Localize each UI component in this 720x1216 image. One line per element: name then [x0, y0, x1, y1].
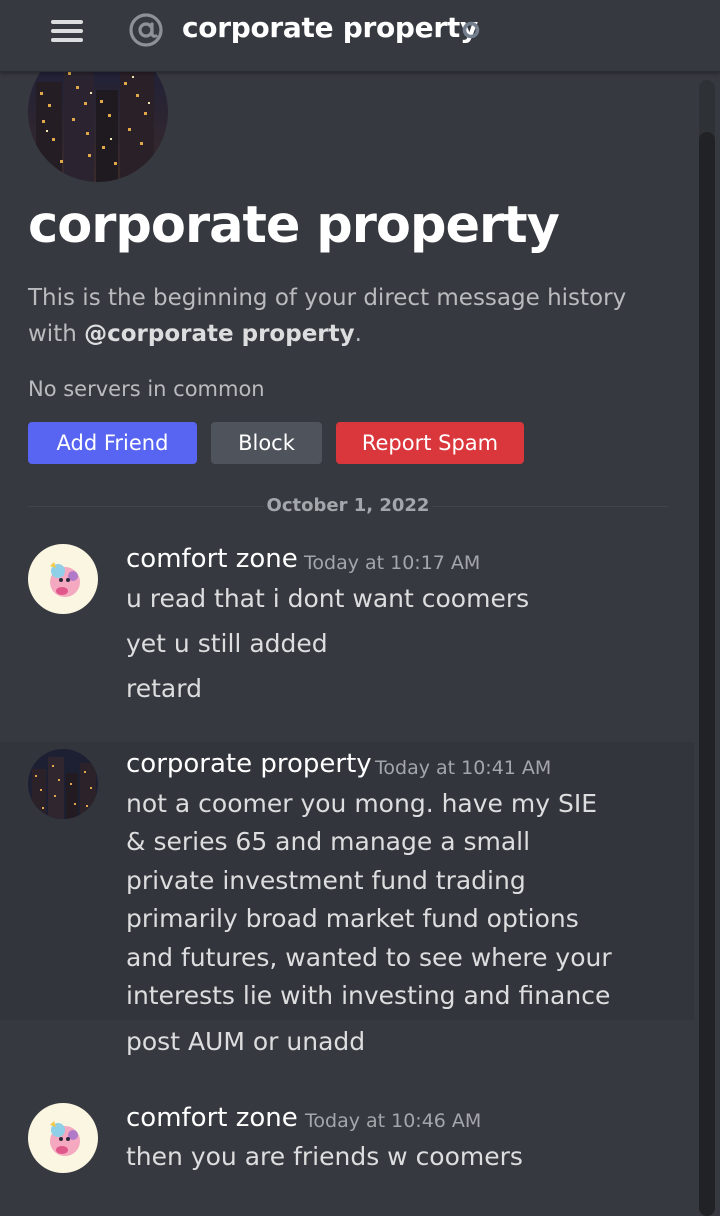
- header-title: corporate property: [182, 11, 478, 44]
- date-divider: October 1, 2022: [264, 493, 432, 519]
- message-text: not a coomer you mong. have my SIE: [126, 789, 598, 818]
- at-sign-icon: [129, 13, 163, 47]
- message-timestamp: Today at 10:46 AM: [305, 1110, 482, 1132]
- avatar[interactable]: [28, 749, 98, 819]
- kirby-avatar-image: [28, 544, 98, 614]
- message-text: interests lie with investing and finance: [126, 981, 611, 1010]
- hamburger-menu-icon[interactable]: [51, 19, 83, 45]
- intro-title: corporate property: [28, 196, 560, 255]
- message-text: primarily broad market fund options: [126, 904, 579, 933]
- message-text: post AUM or unadd: [126, 1027, 366, 1056]
- report-spam-button[interactable]: Report Spam: [336, 422, 524, 464]
- message-author[interactable]: comfort zone: [126, 544, 298, 574]
- message-timestamp: Today at 10:17 AM: [304, 552, 481, 574]
- message-text: private investment fund trading: [126, 866, 526, 895]
- avatar[interactable]: [28, 544, 98, 614]
- dm-app: corporate property corporate property Th…: [0, 0, 720, 1216]
- kirby-avatar-image: [28, 1103, 98, 1173]
- message-text: then you are friends w coomers: [126, 1142, 523, 1171]
- avatar[interactable]: [28, 1103, 98, 1173]
- message-text: and futures, wanted to see where your: [126, 943, 612, 972]
- add-friend-button[interactable]: Add Friend: [28, 422, 197, 464]
- city-night-avatar-image: [28, 749, 98, 819]
- scrollbar-thumb[interactable]: [699, 132, 715, 1216]
- intro-description-handle: @corporate property: [84, 321, 355, 347]
- intro-description-suffix: .: [354, 321, 362, 347]
- message-text: yet u still added: [126, 629, 328, 658]
- intro-description: This is the beginning of your direct mes…: [28, 280, 668, 352]
- channel-header: corporate property: [0, 0, 720, 72]
- message-text: retard: [126, 674, 202, 703]
- message-author[interactable]: comfort zone: [126, 1103, 298, 1133]
- offline-status-icon: [462, 21, 480, 39]
- block-button[interactable]: Block: [211, 422, 322, 464]
- message-author[interactable]: corporate property: [126, 749, 372, 779]
- message-text: u read that i dont want coomers: [126, 584, 530, 613]
- no-servers-in-common: No servers in common: [28, 377, 265, 401]
- message-text: & series 65 and manage a small: [126, 827, 531, 856]
- message-timestamp: Today at 10:41 AM: [375, 757, 552, 779]
